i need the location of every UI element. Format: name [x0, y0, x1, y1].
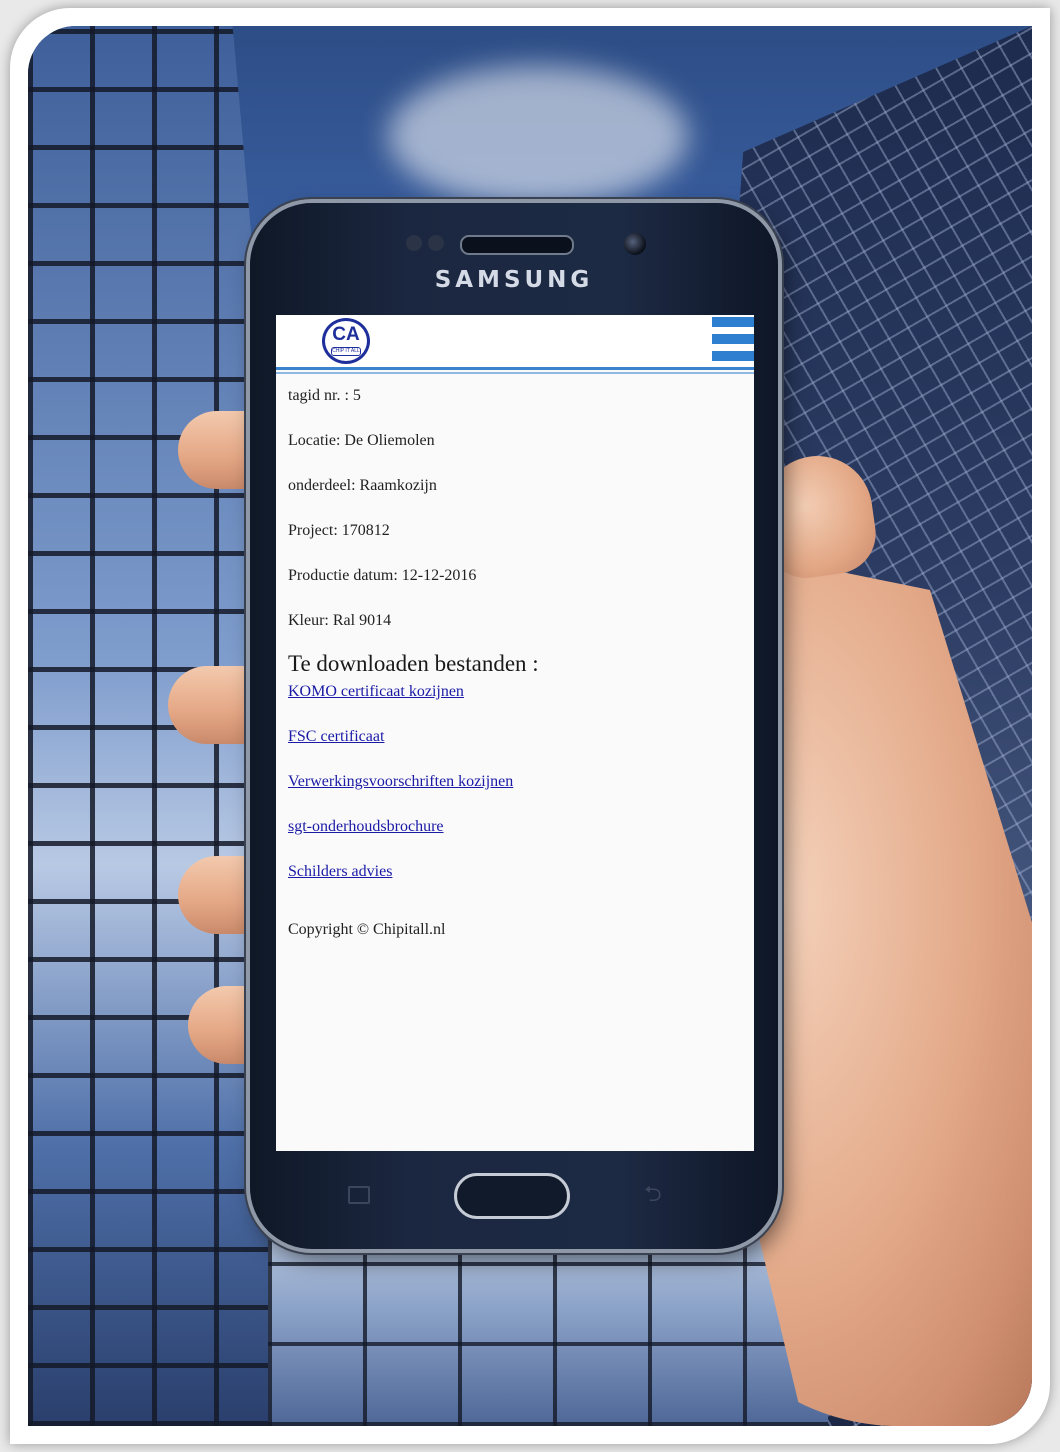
front-camera-icon: [624, 233, 646, 255]
field-onderdeel: onderdeel: Raamkozijn: [288, 477, 437, 494]
menu-bar: [712, 334, 754, 344]
photo-frame: SAMSUNG CA CHIP IT ALL tagid nr. : 5 Loc…: [10, 8, 1050, 1444]
field-productie-datum: Productie datum: 12-12-2016: [288, 567, 477, 584]
field-project: Project: 170812: [288, 522, 390, 539]
download-link-verwerkingsvoorschriften[interactable]: Verwerkingsvoorschriften kozijnen: [288, 773, 738, 791]
smartphone: SAMSUNG CA CHIP IT ALL tagid nr. : 5 Loc…: [250, 203, 778, 1249]
menu-bar: [712, 317, 754, 327]
download-link-komo[interactable]: KOMO certificaat kozijnen: [288, 683, 738, 701]
copyright-text: Copyright © Chipitall.nl: [288, 921, 446, 938]
home-button[interactable]: [454, 1173, 570, 1219]
hamburger-menu-icon[interactable]: [712, 317, 754, 361]
field-kleur: Kleur: Ral 9014: [288, 612, 392, 629]
download-link-schilders-advies[interactable]: Schilders advies: [288, 863, 738, 881]
sensor-icon: [406, 235, 422, 251]
menu-bar: [712, 351, 754, 361]
download-link-onderhoudsbrochure[interactable]: sgt-onderhoudsbrochure: [288, 818, 738, 836]
field-tagid: tagid nr. : 5: [288, 387, 361, 404]
back-icon[interactable]: ⮌: [644, 1183, 674, 1207]
phone-screen: CA CHIP IT ALL tagid nr. : 5 Locatie: De…: [276, 315, 754, 1151]
device-brand: SAMSUNG: [434, 267, 594, 293]
recent-apps-icon[interactable]: [348, 1186, 370, 1204]
download-link-fsc[interactable]: FSC certificaat: [288, 728, 738, 746]
field-locatie: Locatie: De Oliemolen: [288, 432, 435, 449]
downloads-heading: Te downloaden bestanden :: [288, 651, 539, 676]
cloud: [388, 66, 688, 206]
site-header: CA CHIP IT ALL: [276, 315, 754, 374]
sensor-icon: [428, 235, 444, 251]
logo-text: CHIP IT ALL: [331, 347, 361, 356]
tag-details: tagid nr. : 5 Locatie: De Oliemolen onde…: [288, 387, 738, 955]
earpiece-speaker: [460, 235, 574, 255]
site-logo[interactable]: CA CHIP IT ALL: [322, 318, 370, 364]
logo-mark: CA: [332, 324, 360, 345]
